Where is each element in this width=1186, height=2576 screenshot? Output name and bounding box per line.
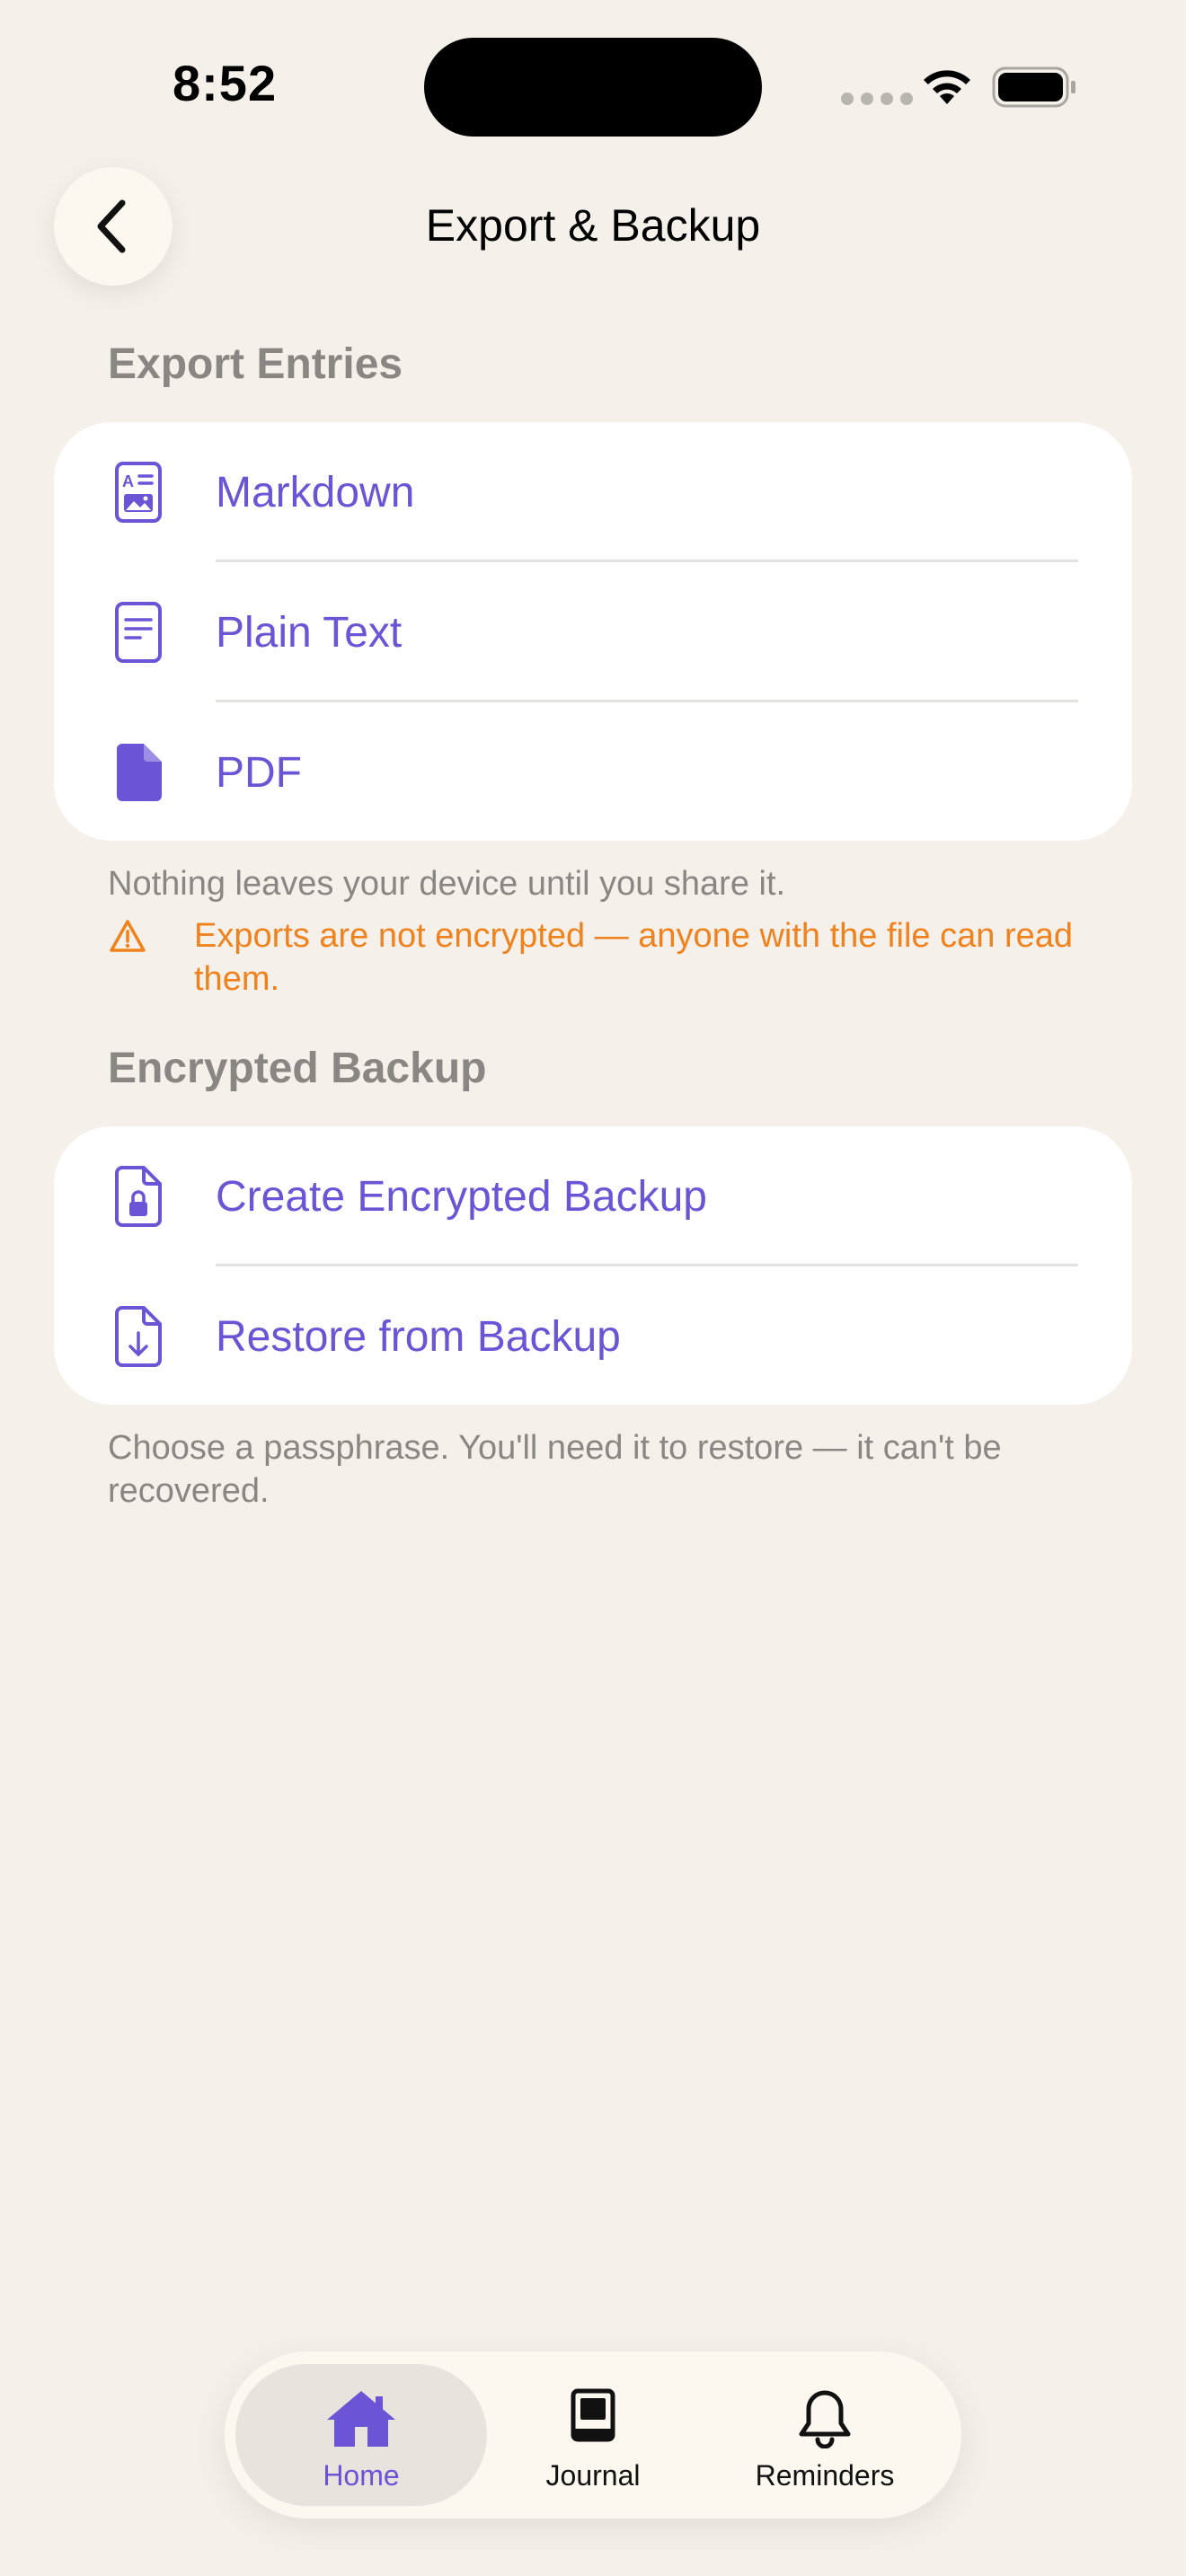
export-markdown-label: Markdown [216,468,415,516]
cellular-signal-icon [841,90,913,108]
download-doc-icon [106,1304,171,1369]
export-pdf-label: PDF [216,748,302,797]
backup-passphrase-note: Choose a passphrase. You'll need it to r… [108,1429,1002,1510]
backup-card: Create Encrypted Backup Restore from Bac… [54,1126,1132,1405]
export-plain-text-row[interactable]: Plain Text [54,562,1132,702]
export-markdown-row[interactable]: A Markdown [54,422,1132,562]
warning-triangle-icon [110,920,146,952]
export-warning-text: Exports are not encrypted — anyone with … [194,917,1073,998]
tab-bar: Home Journal Reminders [225,2351,961,2519]
dynamic-island [424,38,762,137]
export-card: A Markdown Plain Text PDF [54,422,1132,841]
lock-doc-icon [106,1164,171,1229]
tab-home[interactable]: Home [235,2364,487,2506]
wifi-icon [924,70,970,104]
pdf-doc-icon [106,740,171,805]
restore-backup-row[interactable]: Restore from Backup [54,1266,1132,1407]
svg-text:A: A [122,472,134,490]
bell-icon [799,2390,851,2448]
export-privacy-note: Nothing leaves your device until you sha… [108,865,786,903]
backup-section-header: Encrypted Backup [108,1045,487,1092]
export-plain-text-label: Plain Text [216,608,403,657]
tab-home-label: Home [323,2459,400,2492]
tab-journal-label: Journal [545,2459,641,2492]
export-section-header: Export Entries [108,340,403,388]
home-icon [327,2391,395,2447]
markdown-doc-icon: A [106,460,171,525]
status-time: 8:52 [173,55,278,111]
tab-journal[interactable]: Journal [467,2364,719,2506]
export-pdf-row[interactable]: PDF [54,702,1132,842]
create-backup-row[interactable]: Create Encrypted Backup [54,1126,1132,1266]
tab-reminders-label: Reminders [755,2459,895,2492]
tab-reminders[interactable]: Reminders [699,2364,951,2506]
create-backup-label: Create Encrypted Backup [216,1172,707,1221]
restore-backup-label: Restore from Backup [216,1312,621,1361]
page-title: Export & Backup [425,200,761,251]
text-doc-icon [106,600,171,665]
battery-icon [992,66,1075,108]
book-icon [571,2388,615,2442]
